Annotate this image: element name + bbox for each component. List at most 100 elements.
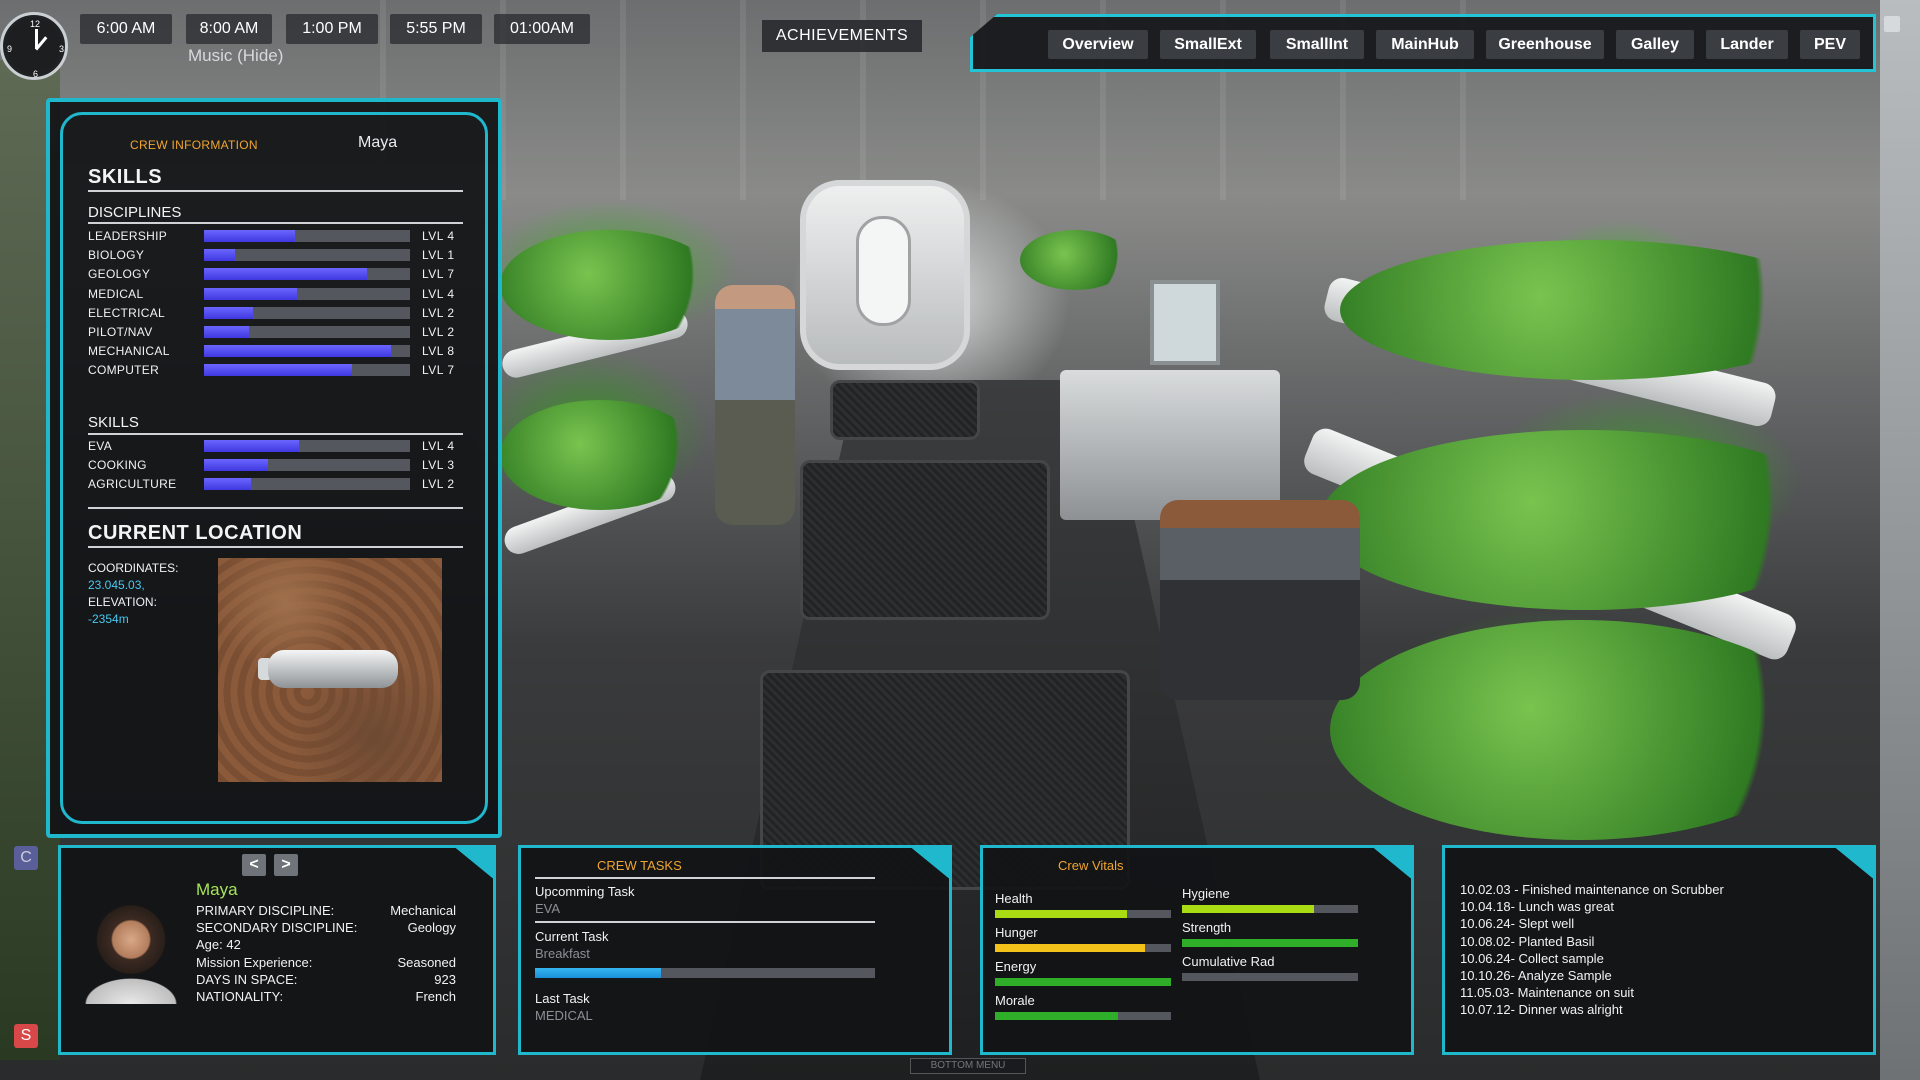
- tab-smallext[interactable]: SmallExt: [1160, 30, 1256, 59]
- vital-label: Morale: [995, 993, 1035, 1008]
- elevation-value: -2354m: [88, 612, 129, 626]
- skill-level: LVL 4: [422, 286, 455, 301]
- plant: [1340, 240, 1840, 380]
- skill-row: COMPUTER LVL 7: [88, 362, 463, 378]
- vital-bar: [995, 1012, 1171, 1020]
- skills-sub-heading: SKILLS: [88, 414, 139, 431]
- skill-bar-fill: [204, 287, 297, 300]
- skill-row: GEOLOGY LVL 7: [88, 266, 463, 282]
- skill-label: AGRICULTURE: [88, 477, 177, 492]
- time-button-1am[interactable]: 01:00AM: [494, 14, 590, 44]
- lab-monitor: [1150, 280, 1220, 365]
- current-task-value: Breakfast: [535, 946, 590, 961]
- skill-label: COOKING: [88, 458, 147, 473]
- profile-key: PRIMARY DISCIPLINE:: [196, 903, 335, 918]
- tab-pev[interactable]: PEV: [1800, 30, 1860, 59]
- location-map: [218, 558, 442, 782]
- crew-info-name: Maya: [358, 134, 398, 151]
- next-crew-button[interactable]: >: [274, 854, 298, 876]
- skill-label: EVA: [88, 439, 113, 453]
- current-task-label: Current Task: [535, 929, 609, 944]
- log-entry: 10.04.18- Lunch was great: [1460, 899, 1614, 915]
- skill-label: LEADERSHIP: [88, 229, 168, 243]
- avatar: [78, 900, 184, 1004]
- time-button-1pm[interactable]: 1:00 PM: [286, 14, 378, 44]
- airlock-door: [800, 180, 970, 370]
- log-entry: 10.02.03 - Finished maintenance on Scrub…: [1460, 882, 1724, 897]
- crew-info-title: CREW INFORMATION: [130, 138, 258, 152]
- vital-label: Hunger: [995, 925, 1038, 940]
- music-toggle[interactable]: Music (Hide): [188, 46, 283, 66]
- progress-fill: [535, 968, 661, 978]
- plant: [1020, 230, 1130, 290]
- time-button-8am[interactable]: 8:00 AM: [186, 14, 272, 44]
- profile-row: Mission Experience: Seasoned: [196, 955, 456, 971]
- profile-row: SECONDARY DISCIPLINE: Geology: [196, 920, 456, 936]
- profile-row: PRIMARY DISCIPLINE: Mechanical: [196, 903, 456, 919]
- time-button-6am[interactable]: 6:00 AM: [80, 14, 172, 44]
- skill-bar: [204, 230, 410, 242]
- disciplines-heading: DISCIPLINES: [88, 204, 182, 221]
- tab-smallint[interactable]: SmallInt: [1270, 30, 1364, 59]
- vital-label: Strength: [1182, 920, 1232, 935]
- tab-overview[interactable]: Overview: [1048, 30, 1148, 59]
- clock-icon: 12 3 6 9: [0, 12, 68, 80]
- profile-key: SECONDARY DISCIPLINE:: [196, 920, 358, 936]
- profile-value: 923: [434, 971, 456, 987]
- time-button-555pm[interactable]: 5:55 PM: [390, 14, 482, 44]
- skill-bar-fill: [204, 249, 235, 262]
- plant: [500, 400, 700, 510]
- tab-greenhouse[interactable]: Greenhouse: [1486, 30, 1604, 59]
- skill-level: LVL 7: [422, 363, 455, 378]
- profile-key: DAYS IN SPACE:: [196, 971, 298, 987]
- divider: [535, 921, 875, 923]
- vital-label: Hygiene: [1182, 886, 1230, 901]
- skill-level: LVL 3: [422, 458, 455, 473]
- clock-number: 12: [30, 19, 41, 29]
- skill-level: LVL 1: [422, 248, 455, 263]
- crew-member-standing: [715, 285, 795, 525]
- skill-level: LVL 7: [422, 267, 455, 282]
- habitat-icon: [268, 650, 398, 688]
- skill-bar-fill: [204, 364, 353, 377]
- tab-lander[interactable]: Lander: [1706, 30, 1788, 59]
- crew-member-kneeling: [1160, 500, 1360, 700]
- vital-label: Energy: [995, 959, 1037, 974]
- skill-bar-fill: [204, 306, 254, 319]
- bottom-menu-button[interactable]: BOTTOM MENU: [910, 1058, 1026, 1074]
- skill-level: LVL 4: [422, 439, 455, 453]
- skill-level: LVL 4: [422, 229, 455, 243]
- skill-bar: [204, 306, 410, 319]
- vital-bar-fill: [995, 1012, 1119, 1020]
- skill-bar-fill: [204, 230, 295, 242]
- current-task-progress: [535, 968, 875, 978]
- vital-bar-fill: [1182, 939, 1358, 947]
- divider: [88, 546, 463, 548]
- log-entry: 10.08.02- Planted Basil: [1460, 933, 1595, 949]
- skill-bar: [204, 287, 410, 300]
- clock-number: 6: [33, 69, 39, 79]
- tab-mainhub[interactable]: MainHub: [1376, 30, 1474, 59]
- skill-bar: [204, 345, 410, 358]
- vital-bar: [995, 978, 1171, 986]
- lab-desk: [1060, 370, 1280, 520]
- log-entry: 11.05.03- Maintenance on suit: [1460, 985, 1634, 1001]
- side-c-button[interactable]: C: [14, 846, 38, 870]
- vital-bar-fill: [1182, 905, 1314, 913]
- log-entry: 10.06.24- Collect sample: [1460, 950, 1604, 966]
- vital-bar: [1182, 939, 1358, 947]
- profile-name: Maya: [196, 880, 238, 899]
- skill-row: MECHANICAL LVL 8: [88, 343, 463, 359]
- skill-row: LEADERSHIP LVL 4: [88, 228, 463, 244]
- skill-bar: [204, 478, 410, 491]
- vital-bar: [1182, 905, 1358, 913]
- prev-crew-button[interactable]: <: [242, 854, 266, 876]
- menu-square-icon[interactable]: [1884, 16, 1900, 32]
- tab-galley[interactable]: Galley: [1616, 30, 1694, 59]
- side-s-button[interactable]: S: [14, 1024, 38, 1048]
- skill-label: MEDICAL: [88, 286, 144, 301]
- profile-value: Geology: [407, 920, 456, 936]
- skill-label: COMPUTER: [88, 363, 160, 378]
- divider: [88, 507, 463, 509]
- achievements-button[interactable]: ACHIEVEMENTS: [762, 20, 922, 52]
